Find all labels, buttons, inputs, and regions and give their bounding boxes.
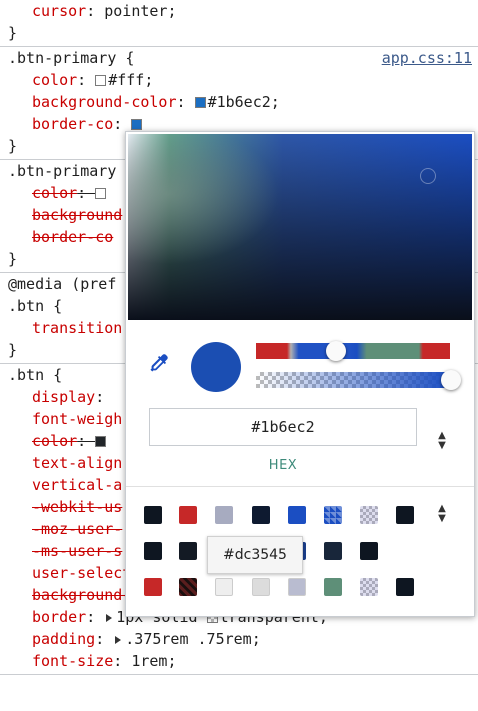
palette-swatch[interactable] bbox=[252, 506, 270, 524]
property-name[interactable]: font-size bbox=[32, 652, 113, 670]
spectrum-handle[interactable] bbox=[420, 168, 436, 184]
palette-swatch[interactable] bbox=[324, 542, 342, 560]
css-rule: cursor: pointer;} bbox=[0, 0, 478, 47]
property-name[interactable]: color bbox=[32, 184, 77, 202]
color-swatch[interactable] bbox=[95, 188, 107, 199]
palette-swatch[interactable] bbox=[396, 506, 414, 524]
property-name[interactable]: text-align bbox=[32, 454, 122, 472]
palette-swatch[interactable] bbox=[179, 542, 197, 560]
up-down-arrows-icon[interactable]: ▲ ▼ bbox=[435, 431, 449, 455]
hex-value-input[interactable]: #1b6ec2 bbox=[149, 408, 417, 446]
css-declaration[interactable]: background-color: #1b6ec2; bbox=[0, 91, 478, 113]
property-name[interactable]: color bbox=[32, 432, 77, 450]
palette-swatch[interactable] bbox=[215, 578, 233, 596]
property-name[interactable]: -webkit-us bbox=[32, 498, 122, 516]
property-value[interactable]: .375rem .75rem; bbox=[125, 630, 260, 648]
palette-swatch[interactable] bbox=[288, 578, 306, 596]
property-value[interactable]: pointer; bbox=[104, 2, 176, 20]
property-name[interactable]: cursor bbox=[32, 2, 86, 20]
alpha-slider[interactable] bbox=[256, 372, 450, 388]
expand-arrow-icon[interactable] bbox=[106, 614, 113, 622]
palette-swatch[interactable] bbox=[396, 578, 414, 596]
palette-swatch[interactable] bbox=[360, 542, 378, 560]
property-value[interactable]: #fff; bbox=[108, 71, 153, 89]
current-color-swatch bbox=[191, 342, 241, 392]
color-tooltip: #dc3545 bbox=[207, 536, 303, 574]
color-swatch[interactable] bbox=[95, 436, 107, 447]
eyedropper-icon[interactable] bbox=[148, 352, 170, 374]
rule-brace: } bbox=[8, 24, 18, 42]
property-name[interactable]: font-weigh bbox=[32, 410, 122, 428]
alpha-slider-handle[interactable] bbox=[441, 370, 461, 390]
property-name[interactable]: padding bbox=[32, 630, 95, 648]
palette-swatch[interactable] bbox=[144, 506, 162, 524]
rule-selector: .btn-primary {app.css:11 bbox=[8, 47, 472, 69]
source-link[interactable]: app.css:11 bbox=[382, 47, 472, 69]
property-name[interactable]: -moz-user- bbox=[32, 520, 122, 538]
palette-swatch[interactable] bbox=[324, 578, 342, 596]
expand-arrow-icon[interactable] bbox=[115, 636, 122, 644]
property-name[interactable]: color bbox=[32, 71, 77, 89]
property-name[interactable]: vertical-a bbox=[32, 476, 122, 494]
property-name[interactable]: user-select bbox=[32, 564, 131, 582]
divider bbox=[126, 486, 474, 487]
property-name[interactable]: background bbox=[32, 206, 122, 224]
css-declaration[interactable]: padding: .375rem .75rem; bbox=[0, 628, 478, 650]
property-name[interactable]: border-co bbox=[32, 228, 113, 246]
css-declaration[interactable]: color: #fff; bbox=[0, 69, 478, 91]
color-swatch[interactable] bbox=[131, 119, 143, 130]
css-declaration[interactable]: font-size: 1rem; bbox=[0, 650, 478, 672]
property-name[interactable]: -ms-user-s bbox=[32, 542, 122, 560]
palette-swatch[interactable] bbox=[360, 578, 378, 596]
property-name[interactable]: border-co bbox=[32, 115, 113, 133]
palette-swatch[interactable] bbox=[144, 542, 162, 560]
color-swatch[interactable] bbox=[95, 75, 107, 86]
format-label: HEX bbox=[268, 458, 298, 473]
palette-swatch[interactable] bbox=[360, 506, 378, 524]
property-value[interactable]: 1rem; bbox=[131, 652, 176, 670]
up-down-arrows-icon[interactable]: ▲ ▼ bbox=[435, 504, 449, 528]
color-spectrum[interactable] bbox=[128, 134, 472, 320]
property-name[interactable]: display bbox=[32, 388, 95, 406]
property-value[interactable]: #1b6ec2; bbox=[208, 93, 280, 111]
palette-swatch[interactable] bbox=[252, 578, 270, 596]
palette-swatch[interactable] bbox=[179, 578, 197, 596]
color-picker-popup: #1b6ec2 HEX ▲ ▼ ▲ ▼ #dc3545 bbox=[125, 131, 475, 617]
property-name[interactable]: transition bbox=[32, 319, 122, 337]
palette-swatch[interactable] bbox=[179, 506, 197, 524]
palette-swatch[interactable] bbox=[215, 506, 233, 524]
palette-swatch[interactable] bbox=[288, 506, 306, 524]
hue-slider-handle[interactable] bbox=[326, 341, 346, 361]
hue-slider[interactable] bbox=[256, 343, 450, 359]
color-swatch[interactable] bbox=[194, 97, 206, 108]
property-name[interactable]: background-color bbox=[32, 93, 177, 111]
palette-swatch[interactable] bbox=[324, 506, 342, 524]
property-name[interactable]: border bbox=[32, 608, 86, 626]
palette-swatch[interactable] bbox=[144, 578, 162, 596]
css-declaration[interactable]: cursor: pointer; bbox=[0, 0, 478, 22]
